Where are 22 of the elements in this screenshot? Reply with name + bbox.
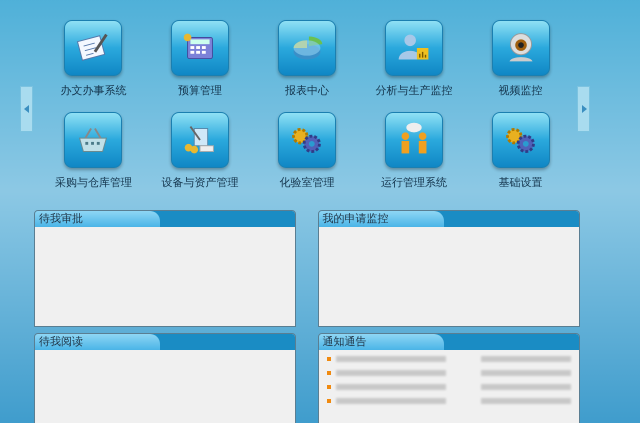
panel-title: 通知通告: [318, 334, 444, 350]
module-button[interactable]: 设备与资产管理: [146, 112, 254, 190]
module-button[interactable]: 采购与仓库管理: [40, 112, 147, 190]
module-button[interactable]: 化验室管理: [254, 112, 360, 190]
panel-title: 我的申请监控: [318, 211, 444, 227]
module-button[interactable]: 运行管理系统: [360, 112, 468, 190]
left-arrow-icon: [24, 105, 30, 113]
module-button[interactable]: 预算管理: [146, 20, 254, 98]
bullet-icon: [326, 399, 330, 403]
right-arrow-icon: [580, 105, 586, 113]
scroll-right-button[interactable]: [577, 86, 590, 132]
module-button[interactable]: 分析与生产监控: [360, 20, 468, 98]
bullet-icon: [326, 385, 330, 389]
module-button[interactable]: 报表中心: [254, 20, 360, 98]
module-button[interactable]: 基础设置: [467, 112, 574, 190]
bullet-icon: [326, 357, 330, 361]
panel-title: 待我阅读: [35, 334, 160, 350]
scroll-left-button[interactable]: [20, 86, 33, 132]
module-button[interactable]: 办文办事系统: [40, 20, 147, 98]
panel-title: 待我审批: [35, 211, 160, 227]
module-button[interactable]: 视频监控: [467, 20, 574, 98]
bullet-icon: [326, 371, 330, 375]
